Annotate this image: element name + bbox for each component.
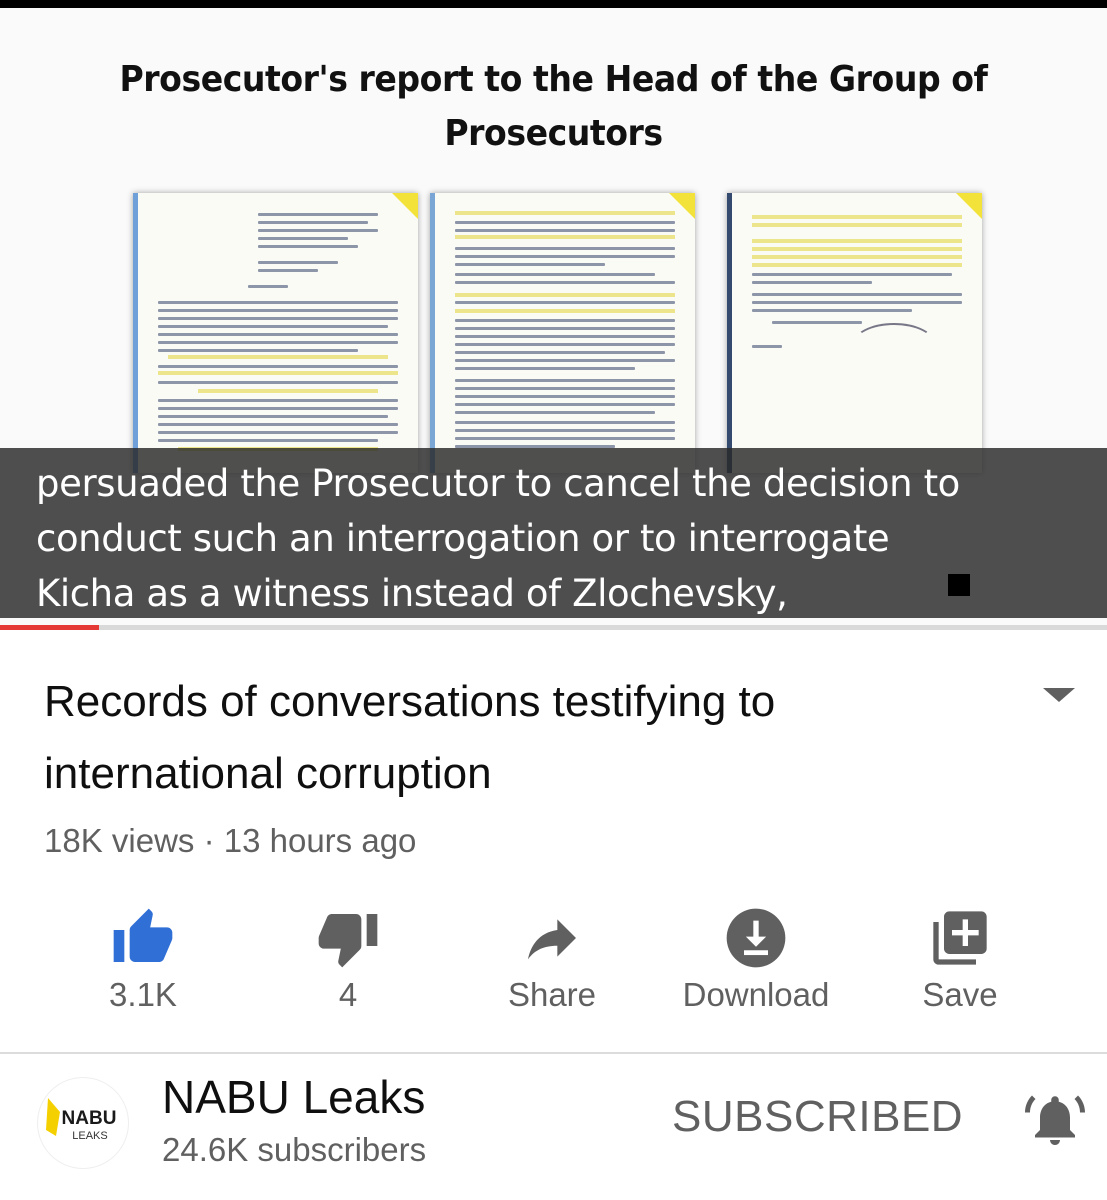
share-button[interactable]: Share (462, 900, 642, 1030)
svg-text:NABU: NABU (62, 1108, 117, 1129)
action-bar: 3.1K 4 Share Download Save (40, 900, 1060, 1030)
save-label: Save (922, 976, 998, 1013)
svg-text:LEAKS: LEAKS (72, 1130, 107, 1142)
like-count: 3.1K (109, 976, 177, 1013)
video-player[interactable]: Prosecutor's report to the Head of the G… (0, 8, 1107, 625)
document-page-2 (430, 193, 695, 473)
view-count: 18K views (44, 822, 195, 859)
channel-avatar[interactable]: NABU LEAKS (38, 1078, 128, 1168)
video-frame-heading: Prosecutor's report to the Head of the G… (119, 59, 988, 154)
document-page-1 (133, 193, 418, 473)
video-progress-bar[interactable] (0, 625, 1107, 630)
notification-bell-icon[interactable] (1025, 1090, 1085, 1150)
download-icon (724, 906, 788, 970)
dislike-button[interactable]: 4 (258, 900, 438, 1030)
logo-flag-icon (46, 1098, 60, 1136)
caption-line-3: Kicha as a witness instead of Zlochevsky… (36, 572, 788, 615)
caption-line-1: persuaded the Prosecutor to cancel the d… (36, 462, 960, 505)
save-button[interactable]: Save (870, 900, 1050, 1030)
share-icon (520, 906, 584, 970)
expand-description-icon[interactable] (1043, 688, 1075, 702)
section-divider (0, 1052, 1107, 1054)
subscribed-button[interactable]: SUBSCRIBED (672, 1092, 963, 1142)
share-label: Share (507, 976, 597, 1013)
meta-separator: · (203, 822, 215, 859)
upload-age: 13 hours ago (223, 822, 417, 859)
thumbs-up-icon (111, 906, 175, 970)
video-meta: 18K views · 13 hours ago (44, 822, 416, 860)
video-progress-fill (0, 625, 99, 630)
download-label: Download (682, 976, 830, 1013)
channel-name[interactable]: NABU Leaks (162, 1070, 425, 1124)
subscriber-count: 24.6K subscribers (162, 1131, 427, 1168)
thumbs-down-icon (316, 906, 380, 970)
save-playlist-icon (928, 906, 992, 970)
download-button[interactable]: Download (666, 900, 846, 1030)
status-bar (0, 0, 1107, 8)
like-button[interactable]: 3.1K (53, 900, 233, 1030)
video-title: Records of conversations testifying to i… (44, 677, 776, 798)
caption-line-2: conduct such an interrogation or to inte… (36, 517, 890, 560)
caption-cursor (948, 574, 970, 596)
document-page-3 (727, 193, 982, 473)
dislike-count: 4 (338, 976, 358, 1013)
